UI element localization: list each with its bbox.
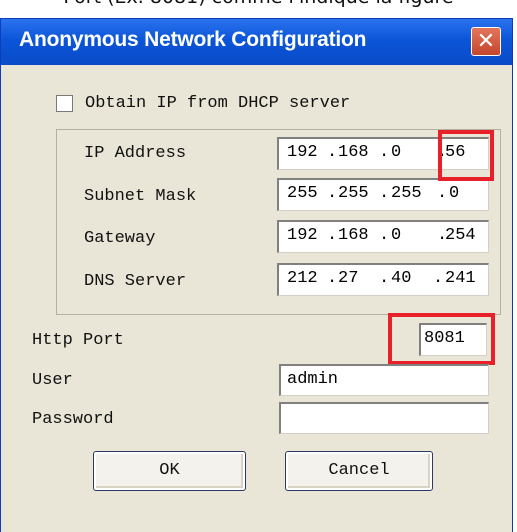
- cancel-button-label: Cancel: [328, 461, 390, 480]
- gateway-field[interactable]: 192 . 168 . 0 . 254: [277, 220, 489, 253]
- subnet-mask-label: Subnet Mask: [84, 187, 197, 206]
- ip-octet-1: 192: [287, 143, 318, 162]
- http-port-highlight: [388, 313, 495, 365]
- dns-octet-3: 40: [391, 269, 412, 288]
- dialog-title: Anonymous Network Configuration: [19, 28, 367, 51]
- dns-dot-2: .: [379, 269, 390, 288]
- gateway-octet-4: 254: [445, 226, 476, 245]
- ip-octet-highlight: [438, 130, 494, 181]
- http-port-label: Http Port: [32, 331, 124, 350]
- ip-octet-2: 168: [338, 143, 369, 162]
- gateway-dot-2: .: [379, 226, 390, 245]
- ok-button-label: OK: [159, 461, 180, 480]
- dialog-window: Anonymous Network Configuration ✕ Obtain…: [0, 18, 513, 532]
- ip-dot-2: .: [379, 143, 390, 162]
- dns-server-field[interactable]: 212 . 27 . 40 . 241: [277, 263, 489, 296]
- subnet-dot-2: .: [379, 184, 390, 203]
- subnet-octet-2: 255: [338, 184, 369, 203]
- password-field[interactable]: [279, 402, 489, 434]
- ip-octet-3: 0: [391, 143, 402, 162]
- subnet-mask-field[interactable]: 255 . 255 . 255 . 0: [277, 178, 489, 211]
- gateway-octet-1: 192: [287, 226, 318, 245]
- subnet-octet-1: 255: [287, 184, 318, 203]
- gateway-dot-1: .: [327, 226, 338, 245]
- gateway-label: Gateway: [84, 229, 156, 248]
- subnet-dot-3: .: [437, 184, 448, 203]
- user-label: User: [32, 371, 73, 390]
- subnet-octet-4: 0: [449, 184, 460, 203]
- close-button[interactable]: ✕: [471, 27, 501, 56]
- ok-button[interactable]: OK: [93, 451, 246, 491]
- title-bar[interactable]: Anonymous Network Configuration ✕: [1, 19, 512, 65]
- dns-dot-3: .: [433, 269, 444, 288]
- dhcp-checkbox[interactable]: [56, 95, 73, 112]
- subnet-dot-1: .: [327, 184, 338, 203]
- user-field[interactable]: admin: [279, 364, 489, 396]
- dns-octet-2: 27: [338, 269, 359, 288]
- subnet-octet-3: 255: [391, 184, 422, 203]
- dns-octet-4: 241: [445, 269, 476, 288]
- dns-server-label: DNS Server: [84, 272, 187, 291]
- gateway-octet-3: 0: [391, 226, 402, 245]
- close-icon: ✕: [476, 29, 496, 54]
- page-caption: Port (Ex. 8081) comme l'indique la figur…: [0, 0, 517, 8]
- password-label: Password: [32, 410, 114, 429]
- dhcp-label: Obtain IP from DHCP server: [85, 94, 351, 113]
- cancel-button[interactable]: Cancel: [285, 451, 433, 491]
- dns-dot-1: .: [327, 269, 338, 288]
- dns-octet-1: 212: [287, 269, 318, 288]
- user-value: admin: [287, 370, 339, 389]
- ip-dot-1: .: [327, 143, 338, 162]
- gateway-octet-2: 168: [338, 226, 369, 245]
- ip-address-label: IP Address: [84, 144, 187, 163]
